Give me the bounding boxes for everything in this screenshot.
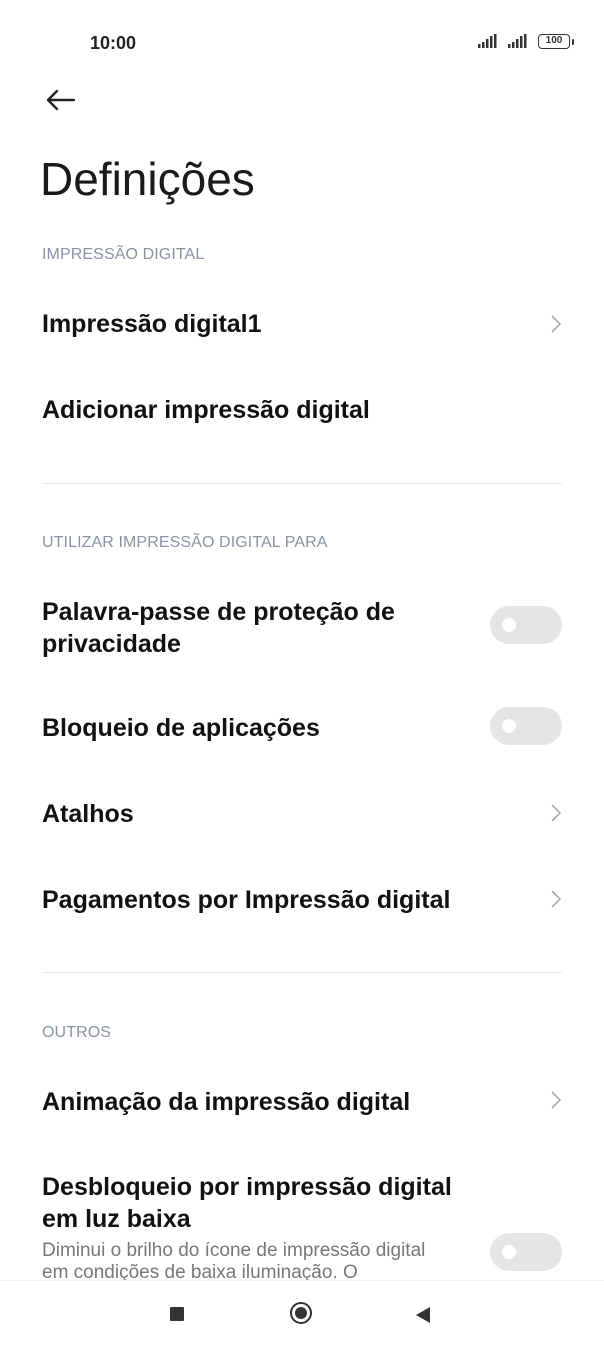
nav-home-icon[interactable]	[290, 1302, 312, 1324]
toggle-knob	[502, 618, 516, 632]
low-light-unlock-description: Diminui o brilho do ícone de impressão d…	[42, 1240, 426, 1280]
add-fingerprint-item[interactable]: Adicionar impressão digital	[42, 394, 562, 426]
privacy-password-label: Palavra-passe de proteção de privacidade	[42, 598, 395, 658]
chevron-right-icon	[551, 890, 562, 908]
low-light-unlock-item[interactable]: Desbloqueio por impressão digital em luz…	[42, 1171, 472, 1235]
animation-item[interactable]: Animação da impressão digital	[42, 1086, 562, 1118]
toggle-knob	[502, 1245, 516, 1259]
add-fingerprint-label: Adicionar impressão digital	[42, 396, 370, 424]
battery-level: 100	[545, 35, 563, 46]
battery-cap	[572, 39, 574, 45]
low-light-unlock-label: Desbloqueio por impressão digital em luz…	[42, 1173, 452, 1233]
shortcuts-label: Atalhos	[42, 800, 134, 828]
section-header-use-for: UTILIZAR IMPRESSÃO DIGITAL PARA	[42, 534, 328, 551]
divider	[42, 972, 562, 973]
privacy-password-toggle[interactable]	[490, 606, 562, 644]
section-header-fingerprint: IMPRESSÃO DIGITAL	[42, 246, 205, 263]
section-header-others: OUTROS	[42, 1024, 112, 1041]
page-title: Definições	[40, 153, 255, 205]
back-arrow-icon[interactable]	[44, 86, 76, 114]
fingerprint1-label: Impressão digital1	[42, 310, 262, 338]
navigation-bar	[0, 1280, 604, 1345]
status-bar: 10:00 100	[0, 0, 604, 80]
nav-recents-icon[interactable]	[170, 1307, 184, 1321]
chevron-right-icon	[551, 1091, 562, 1109]
status-time: 10:00	[90, 33, 137, 53]
divider	[42, 483, 562, 484]
app-lock-toggle[interactable]	[490, 707, 562, 745]
signal-icon	[508, 34, 527, 48]
chevron-right-icon	[551, 315, 562, 333]
privacy-password-item[interactable]: Palavra-passe de proteção de privacidade	[42, 596, 472, 660]
payments-label: Pagamentos por Impressão digital	[42, 886, 451, 914]
battery-icon: 100	[538, 34, 570, 49]
app-lock-item[interactable]: Bloqueio de aplicações	[42, 712, 562, 744]
toggle-knob	[502, 719, 516, 733]
app-lock-label: Bloqueio de aplicações	[42, 714, 320, 742]
chevron-right-icon	[551, 804, 562, 822]
signal-icon	[478, 34, 497, 48]
nav-back-icon[interactable]	[416, 1307, 430, 1323]
animation-label: Animação da impressão digital	[42, 1088, 411, 1116]
payments-item[interactable]: Pagamentos por Impressão digital	[42, 884, 562, 916]
low-light-unlock-toggle[interactable]	[490, 1233, 562, 1271]
shortcuts-item[interactable]: Atalhos	[42, 798, 562, 830]
fingerprint1-item[interactable]: Impressão digital1	[42, 308, 562, 340]
